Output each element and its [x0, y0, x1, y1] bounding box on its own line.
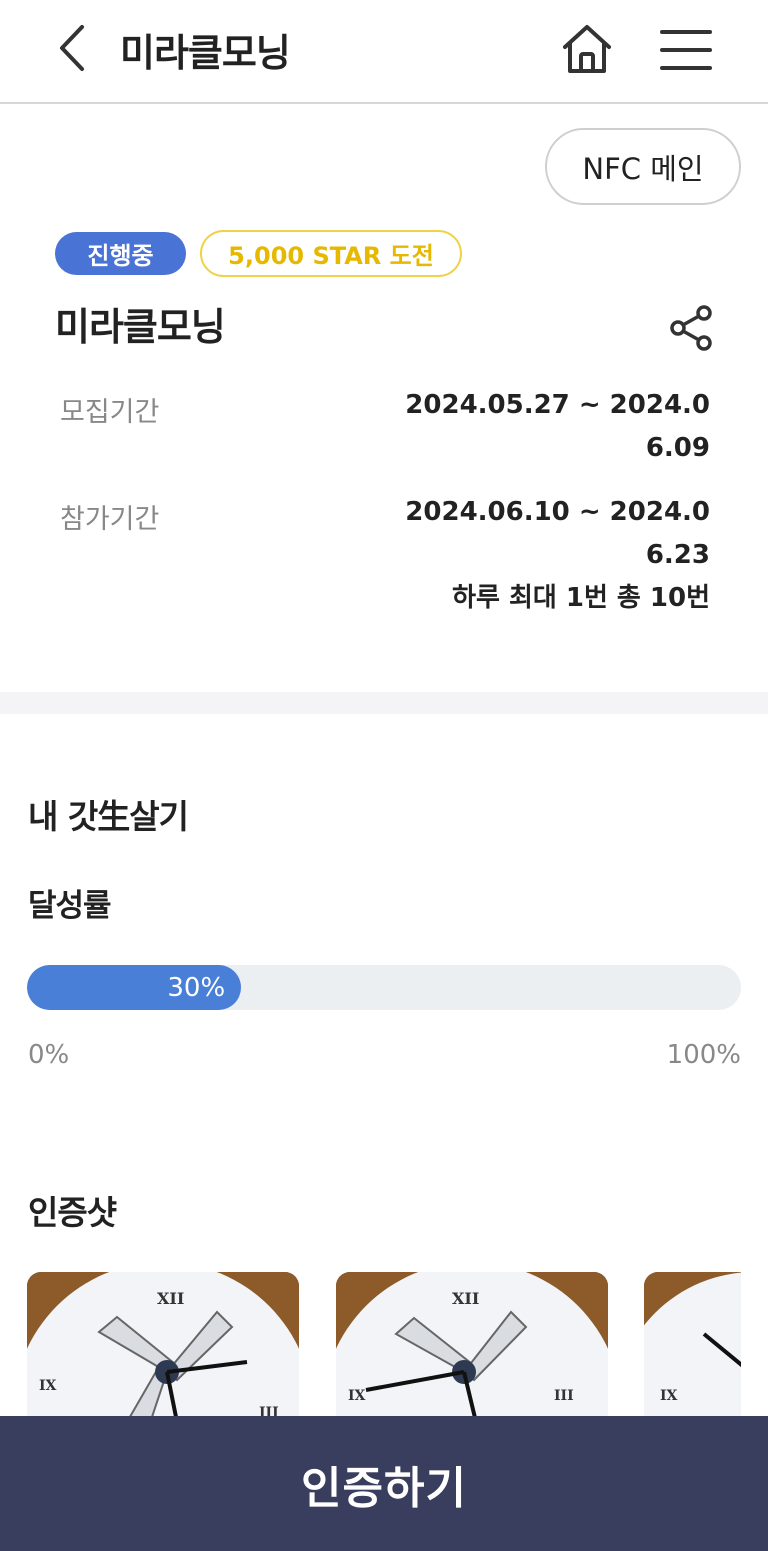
proof-photo[interactable]: XII IX III [27, 1272, 299, 1422]
chevron-left-icon [60, 25, 84, 71]
challenge-title: 미라클모닝 [55, 305, 226, 349]
svg-text:XII: XII [452, 1289, 479, 1308]
recruit-period-value: 2024.05.27 ~ 2024.06.09 [405, 390, 710, 463]
svg-text:IX: IX [348, 1388, 366, 1404]
share-button[interactable] [664, 300, 720, 356]
my-challenge-heading: 내 갓生살기 [28, 797, 189, 836]
participate-period-value: 2024.06.10 ~ 2024.06.23 [405, 497, 710, 570]
page-title: 미라클모닝 [120, 31, 291, 75]
section-divider [0, 692, 768, 714]
home-icon [563, 25, 611, 73]
certify-button[interactable]: 인증하기 [0, 1416, 768, 1551]
status-badge: 진행중 [55, 232, 186, 275]
participate-period-label: 참가기간 [60, 504, 160, 535]
progress-min-label: 0% [28, 1040, 70, 1070]
menu-button[interactable] [656, 20, 716, 80]
hamburger-menu-icon [660, 30, 712, 70]
participation-frequency: 하루 최대 1번 총 10번 [452, 583, 710, 613]
reward-badge: 5,000 STAR 도전 [200, 230, 462, 277]
share-icon [670, 305, 712, 351]
recruit-period-label: 모집기간 [60, 397, 160, 428]
achievement-progress-bar: 30% [27, 965, 741, 1010]
proof-shot-heading: 인증샷 [28, 1193, 117, 1232]
top-app-bar: 미라클모닝 [0, 0, 768, 104]
svg-text:III: III [554, 1388, 574, 1404]
proof-photo-list: XII IX III XII IX III IX [27, 1272, 741, 1422]
back-button[interactable] [44, 18, 100, 78]
progress-fill: 30% [27, 965, 242, 1010]
nfc-main-button[interactable]: NFC 메인 [545, 128, 741, 205]
svg-text:IX: IX [39, 1378, 57, 1394]
achievement-rate-heading: 달성률 [28, 888, 112, 924]
svg-text:XII: XII [157, 1289, 184, 1308]
home-button[interactable] [556, 18, 618, 80]
svg-text:IX: IX [660, 1388, 678, 1404]
progress-value: 30% [167, 972, 226, 1003]
progress-max-label: 100% [666, 1040, 741, 1070]
proof-photo[interactable]: IX [644, 1272, 741, 1422]
proof-photo[interactable]: XII IX III [336, 1272, 608, 1422]
